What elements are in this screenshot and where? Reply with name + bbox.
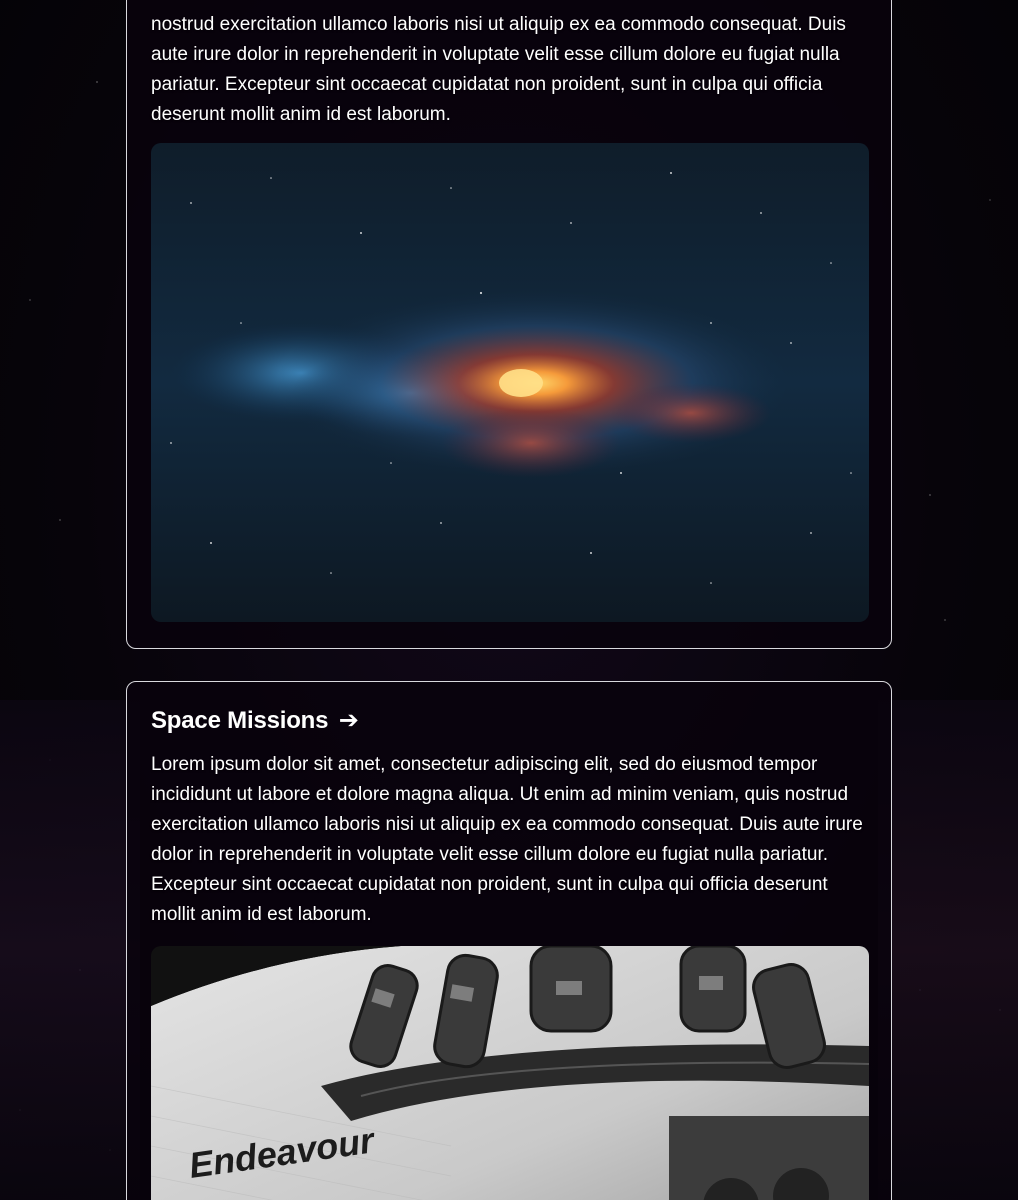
card-body-text: Lorem ipsum dolor sit amet, consectetur … xyxy=(151,754,863,925)
content-card-galaxy: nostrud exercitation ullamco laboris nis… xyxy=(126,0,892,649)
space-shuttle-image: Endeavour xyxy=(151,946,869,1200)
arrow-right-icon[interactable]: ➔ xyxy=(339,707,359,734)
space-shuttle-graphic: Endeavour xyxy=(151,946,869,1200)
page: nostrud exercitation ullamco laboris nis… xyxy=(0,0,1018,1200)
card-body-paragraph: nostrud exercitation ullamco laboris nis… xyxy=(151,14,846,125)
card-title-text[interactable]: Space Missions xyxy=(151,707,328,734)
card-title-link[interactable]: Space Missions ➔ xyxy=(151,682,867,736)
milky-way-image xyxy=(151,143,869,622)
milky-way-graphic xyxy=(151,143,869,622)
card-body-text: nostrud exercitation ullamco laboris nis… xyxy=(151,10,867,130)
nebula-background-right xyxy=(878,700,1018,1200)
nebula-background-left xyxy=(0,700,140,1200)
content-card-space-missions: Space Missions ➔ Lorem ipsum dolor sit a… xyxy=(126,681,892,1200)
